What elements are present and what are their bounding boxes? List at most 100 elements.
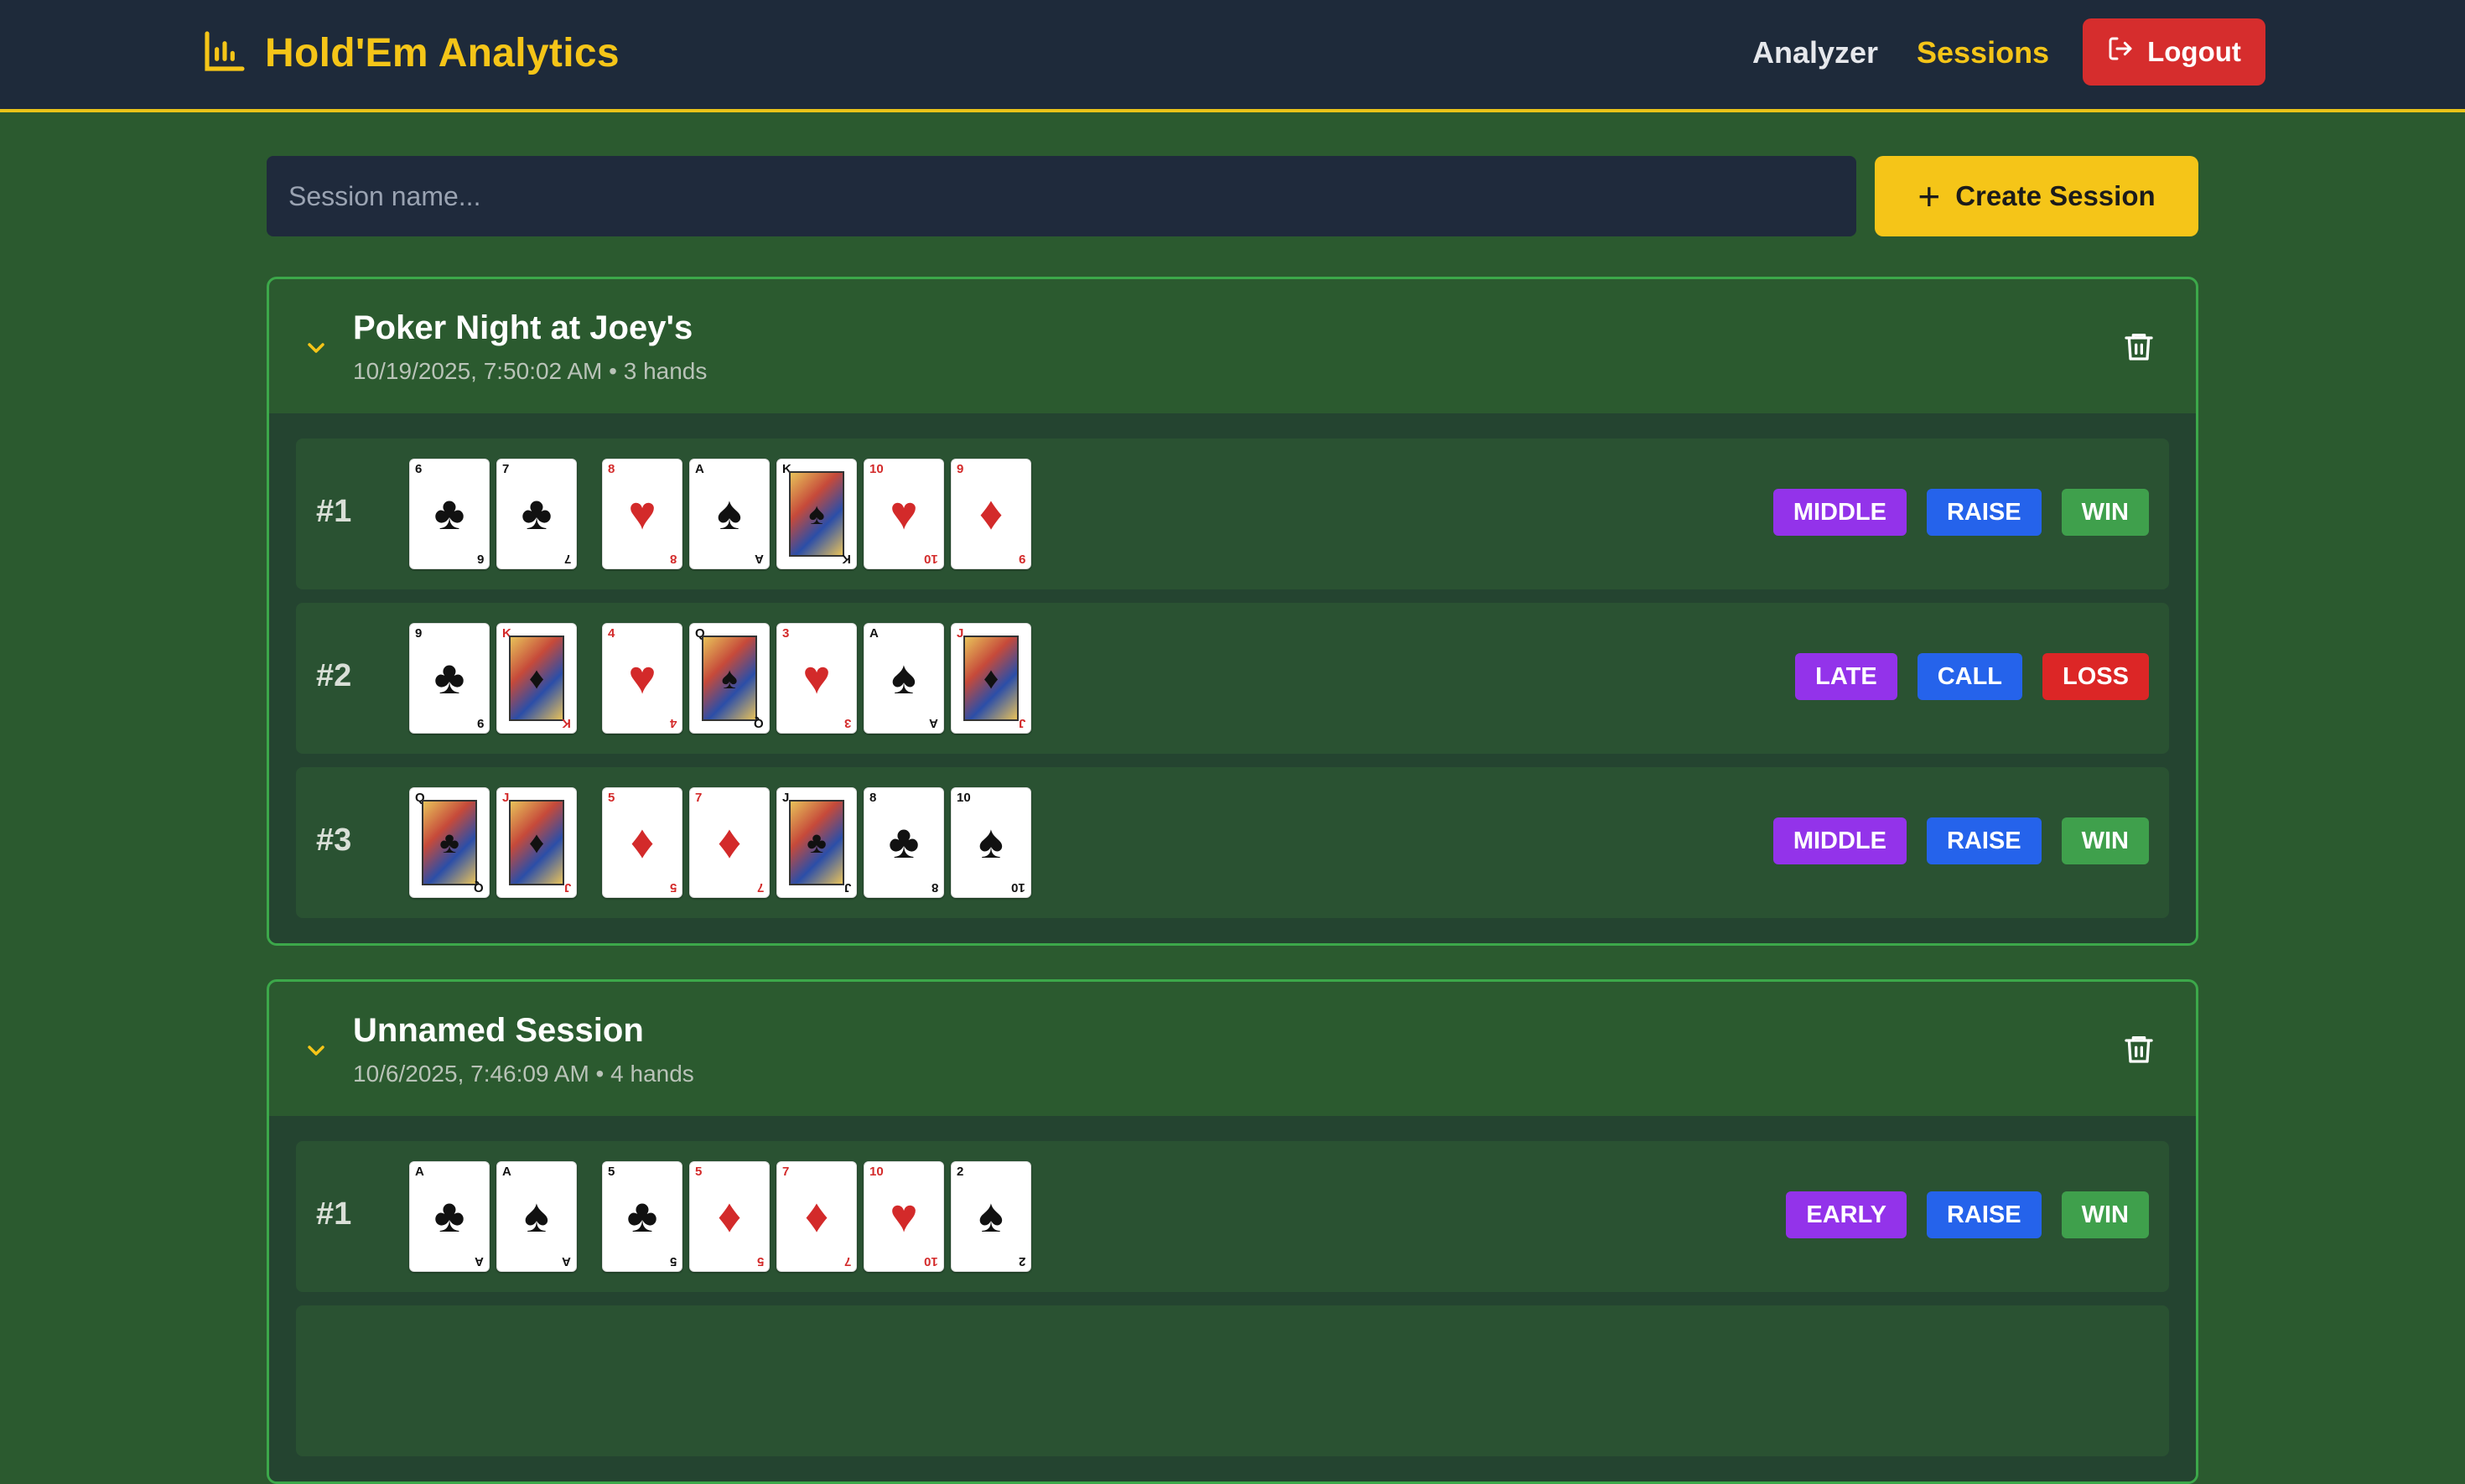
hole-card: 7 ♣ 7 xyxy=(496,459,577,569)
card-rank-bottom: J xyxy=(563,880,571,895)
card-suit: ♥ xyxy=(802,651,831,703)
chevron-down-icon[interactable] xyxy=(303,335,330,361)
hand-cards: 6 ♣ 6 7 ♣ 7 8 ♥ 8 A ♠ A K ♠ K 10 ♥ 10 9 ♦ 9 xyxy=(409,459,1038,569)
result-badge: LOSS xyxy=(2042,653,2149,700)
nav-analyzer-link[interactable]: Analyzer xyxy=(1752,34,1878,72)
card-rank: 9 xyxy=(415,626,423,641)
hand-row[interactable]: #1 A ♣ A A ♠ A 5 ♣ 5 5 ♦ 5 7 ♦ 7 10 ♥ 10 2 ♠ 2 EARLY RAISE WIN xyxy=(296,1141,2169,1292)
card-suit: ♦ xyxy=(978,486,1004,539)
card-rank: A xyxy=(415,1165,424,1179)
hand-number: #1 xyxy=(316,1196,352,1232)
hole-card: 9 ♣ 9 xyxy=(409,623,490,734)
card-suit: ♥ xyxy=(890,486,918,539)
card-rank-bottom: 10 xyxy=(924,1254,938,1269)
card-rank: 10 xyxy=(957,791,971,805)
board-card: 5 ♦ 5 xyxy=(689,1161,770,1272)
board-card: 7 ♦ 7 xyxy=(776,1161,857,1272)
card-rank: 7 xyxy=(695,791,703,805)
trash-icon[interactable] xyxy=(2122,1030,2156,1067)
card-suit: ♦ xyxy=(717,815,742,868)
session-header[interactable]: Poker Night at Joey's 10/19/2025, 7:50:02… xyxy=(269,279,2196,413)
hole-card: 6 ♣ 6 xyxy=(409,459,490,569)
result-badge: WIN xyxy=(2061,817,2149,864)
card-rank: 8 xyxy=(608,462,615,476)
hand-badges: EARLY RAISE WIN xyxy=(1766,1191,2149,1238)
result-badge: WIN xyxy=(2061,1191,2149,1238)
brand-title: Hold'Em Analytics xyxy=(265,30,620,75)
hand-row[interactable]: #1 6 ♣ 6 7 ♣ 7 8 ♥ 8 A ♠ A K ♠ K 10 ♥ 10 9 ♦ 9 MIDDLE RAISE WIN xyxy=(296,438,2169,589)
card-suit: ♦ xyxy=(983,661,999,695)
bar-chart-icon xyxy=(201,28,248,79)
card-rank-bottom: 8 xyxy=(931,880,938,895)
hand-badges: MIDDLE RAISE WIN xyxy=(1753,817,2149,864)
create-session-label: Create Session xyxy=(1955,180,2156,211)
position-badge: MIDDLE xyxy=(1772,489,1907,536)
hand-number: #1 xyxy=(316,494,352,529)
board-card: Q ♠ Q xyxy=(689,623,770,734)
card-suit: ♠ xyxy=(717,486,742,539)
card-rank-bottom: K xyxy=(842,552,851,566)
create-session-button[interactable]: + Create Session xyxy=(1875,156,2198,236)
card-rank: 6 xyxy=(415,462,423,476)
hand-cards: 9 ♣ 9 K ♦ K 4 ♥ 4 Q ♠ Q 3 ♥ 3 A ♠ A J ♦ J xyxy=(409,623,1038,734)
trash-icon[interactable] xyxy=(2122,328,2156,365)
hole-card: Q ♣ Q xyxy=(409,787,490,898)
hand-row[interactable]: #2 9 ♣ 9 K ♦ K 4 ♥ 4 Q ♠ Q 3 ♥ 3 A ♠ A J ♦ J LATE CALL LOSS xyxy=(296,603,2169,754)
card-rank-bottom: 7 xyxy=(563,552,571,566)
card-suit: ♣ xyxy=(626,1189,658,1242)
card-suit: ♠ xyxy=(978,1189,1004,1242)
card-suit: ♣ xyxy=(433,486,465,539)
nav-sessions-link[interactable]: Sessions xyxy=(1917,34,2049,72)
card-suit: ♦ xyxy=(717,1189,742,1242)
brand[interactable]: Hold'Em Analytics xyxy=(201,25,620,80)
card-suit: ♣ xyxy=(807,825,827,859)
card-portrait: ♠ xyxy=(702,636,757,721)
session-name-input[interactable] xyxy=(267,156,1856,236)
card-rank-bottom: 5 xyxy=(669,880,677,895)
card-rank: 9 xyxy=(957,462,964,476)
hand-badges: LATE CALL LOSS xyxy=(1775,653,2149,700)
logout-button[interactable]: Logout xyxy=(2083,18,2265,86)
session-meta: 10/6/2025, 7:46:09 AM • 4 hands xyxy=(353,1061,694,1087)
card-suit: ♣ xyxy=(521,486,553,539)
card-rank-bottom: A xyxy=(562,1254,571,1269)
card-rank-bottom: A xyxy=(755,552,764,566)
card-rank-bottom: Q xyxy=(474,880,484,895)
hand-cards: A ♣ A A ♠ A 5 ♣ 5 5 ♦ 5 7 ♦ 7 10 ♥ 10 2 ♠ 2 xyxy=(409,1161,1038,1272)
board-card: 5 ♦ 5 xyxy=(602,787,682,898)
card-suit: ♣ xyxy=(439,825,459,859)
board-card: 10 ♠ 10 xyxy=(951,787,1031,898)
card-suit: ♣ xyxy=(888,815,920,868)
session-header[interactable]: Unnamed Session 10/6/2025, 7:46:09 AM • 4… xyxy=(269,982,2196,1116)
card-rank-bottom: J xyxy=(1018,716,1025,730)
session-title: Poker Night at Joey's xyxy=(353,309,693,346)
card-rank: A xyxy=(695,462,704,476)
card-portrait: ♦ xyxy=(509,800,564,885)
session-card: Unnamed Session 10/6/2025, 7:46:09 AM • 4… xyxy=(267,979,2198,1484)
board-card: K ♠ K xyxy=(776,459,857,569)
card-suit: ♥ xyxy=(628,651,656,703)
action-badge: RAISE xyxy=(1926,1191,2042,1238)
card-rank-bottom: 7 xyxy=(843,1254,851,1269)
board-card: 8 ♥ 8 xyxy=(602,459,682,569)
card-suit: ♣ xyxy=(433,651,465,703)
card-rank: A xyxy=(869,626,879,641)
board-card: A ♠ A xyxy=(864,623,944,734)
board-card: 9 ♦ 9 xyxy=(951,459,1031,569)
card-rank: A xyxy=(502,1165,511,1179)
card-rank-bottom: 5 xyxy=(756,1254,764,1269)
card-suit: ♠ xyxy=(891,651,916,703)
hand-row[interactable] xyxy=(296,1305,2169,1456)
hand-row[interactable]: #3 Q ♣ Q J ♦ J 5 ♦ 5 7 ♦ 7 J ♣ J 8 ♣ 8 10 ♠ 10 MIDDLE RAISE WIN xyxy=(296,767,2169,918)
card-rank-bottom: 10 xyxy=(924,552,938,566)
card-suit: ♣ xyxy=(433,1189,465,1242)
session-hands: #1 A ♣ A A ♠ A 5 ♣ 5 5 ♦ 5 7 ♦ 7 10 ♥ 10 2 ♠ 2 EARLY RAISE WIN xyxy=(269,1116,2196,1481)
board-card: J ♣ J xyxy=(776,787,857,898)
board-card: 2 ♠ 2 xyxy=(951,1161,1031,1272)
card-rank-bottom: 6 xyxy=(476,552,484,566)
card-rank-bottom: 5 xyxy=(669,1254,677,1269)
board-card: 10 ♥ 10 xyxy=(864,1161,944,1272)
action-badge: RAISE xyxy=(1926,817,2042,864)
chevron-down-icon[interactable] xyxy=(303,1037,330,1064)
hand-badges: MIDDLE RAISE WIN xyxy=(1753,489,2149,536)
